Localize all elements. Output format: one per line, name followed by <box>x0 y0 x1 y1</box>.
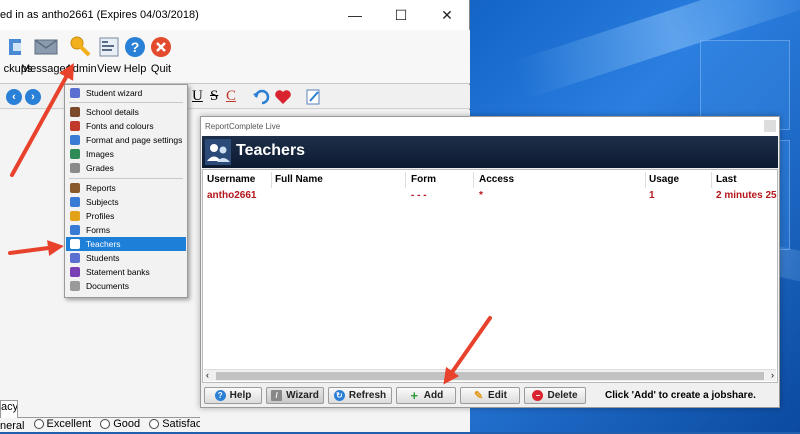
arrow-to-admin <box>10 62 74 177</box>
arrow-to-add <box>443 316 492 385</box>
arrow-to-teachers <box>8 240 64 256</box>
annotation-arrows <box>8 62 492 385</box>
